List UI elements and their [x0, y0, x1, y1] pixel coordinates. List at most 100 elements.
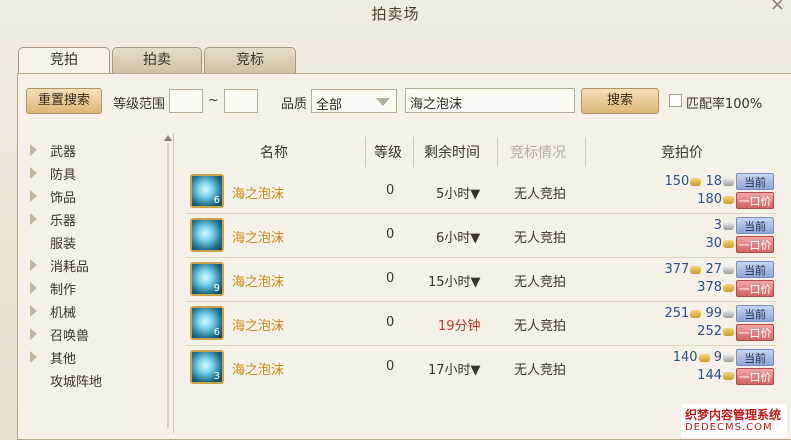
current-price: 251 99 [626, 306, 734, 321]
range-tilde: ~ [208, 93, 219, 108]
column-divider [413, 137, 414, 167]
gold-coin-icon [723, 239, 734, 248]
item-level: 0 [386, 227, 395, 242]
current-bid-button[interactable]: 当前 [736, 173, 774, 190]
item-level: 0 [386, 183, 395, 198]
gold-coin-icon [723, 327, 734, 336]
buyout-button[interactable]: 一口价 [736, 236, 774, 253]
current-price: 150 18 [626, 174, 734, 189]
buyout-price: 180 [626, 192, 734, 207]
column-divider [497, 137, 498, 167]
category-sidebar: 武器 防具 饰品 乐器 服装 消耗品 制作 机械 召唤兽 其他 攻城阵地 [22, 133, 174, 433]
tab-bidding[interactable]: 竞拍 [18, 47, 110, 75]
time-remaining: 5小时▼ [436, 187, 481, 202]
level-max-input[interactable] [224, 89, 258, 113]
category-armor[interactable]: 防具 [50, 164, 76, 184]
tab-tender[interactable]: 竞标 [204, 47, 296, 73]
search-button[interactable]: 搜索 [581, 88, 659, 114]
item-name[interactable]: 海之泡沫 [232, 183, 284, 202]
sea-foam-item-icon[interactable]: 6 [190, 306, 224, 340]
current-bid-button[interactable]: 当前 [736, 305, 774, 322]
sea-foam-item-icon[interactable]: 3 [190, 350, 224, 384]
item-name[interactable]: 海之泡沫 [232, 359, 284, 378]
category-consumables[interactable]: 消耗品 [50, 256, 89, 276]
watermark-line2: DEDECMS.COM [685, 422, 773, 433]
search-input[interactable]: 海之泡沫 [405, 88, 575, 113]
current-price: 140 9 [626, 350, 734, 365]
table-row[interactable]: 6 海之泡沫 0 19分钟 无人竞拍 251 99 252 当前 一口价 [186, 302, 776, 346]
quality-label: 品质 [281, 97, 308, 112]
category-crafting[interactable]: 制作 [50, 279, 76, 299]
item-name[interactable]: 海之泡沫 [232, 271, 284, 290]
current-price: 3 [626, 218, 734, 233]
expand-arrow-icon[interactable] [30, 190, 37, 202]
chevron-down-icon [376, 98, 390, 106]
category-accessories[interactable]: 饰品 [50, 187, 76, 207]
level-min-input[interactable] [169, 89, 203, 113]
col-level-header[interactable]: 等级 [374, 142, 402, 162]
tab-auction[interactable]: 拍卖 [112, 47, 202, 73]
col-price-header[interactable]: 竞拍价 [661, 142, 703, 162]
table-row[interactable]: 9 海之泡沫 0 15小时▼ 无人竞拍 377 27 378 当前 一口价 [186, 258, 776, 302]
scroll-up-arrow-icon[interactable] [162, 133, 174, 433]
item-name[interactable]: 海之泡沫 [232, 227, 284, 246]
auction-window: 拍卖场 × 竞拍 拍卖 竞标 重置搜索 等级范围 ~ 品质 全部 海之泡沫 搜索… [0, 0, 791, 440]
category-other[interactable]: 其他 [50, 348, 76, 368]
expand-arrow-icon[interactable] [30, 351, 37, 363]
close-icon[interactable]: × [770, 0, 785, 15]
expand-arrow-icon[interactable] [30, 167, 37, 179]
level-range-label: 等级范围 [113, 97, 166, 112]
time-remaining: 6小时▼ [436, 231, 481, 246]
expand-arrow-icon[interactable] [30, 328, 37, 340]
time-remaining: 17小时▼ [428, 363, 481, 378]
sea-foam-item-icon[interactable]: 9 [190, 262, 224, 296]
bid-status: 无人竞拍 [514, 363, 567, 378]
search-input-value: 海之泡沫 [410, 97, 463, 112]
buyout-price: 144 [626, 368, 734, 383]
expand-arrow-icon[interactable] [30, 305, 37, 317]
silver-coin-icon [723, 309, 734, 318]
current-bid-button[interactable]: 当前 [736, 261, 774, 278]
sea-foam-item-icon[interactable]: 6 [190, 174, 224, 208]
gold-coin-icon [690, 177, 702, 186]
sidebar-scrollbar[interactable] [162, 133, 174, 433]
category-weapons[interactable]: 武器 [50, 141, 76, 161]
reset-search-button[interactable]: 重置搜索 [26, 88, 102, 114]
expand-arrow-icon[interactable] [30, 144, 37, 156]
category-clothing[interactable]: 服装 [50, 233, 76, 253]
silver-coin-icon [723, 353, 734, 362]
buyout-button[interactable]: 一口价 [736, 280, 774, 297]
current-bid-button[interactable]: 当前 [736, 217, 774, 234]
bid-status: 无人竞拍 [514, 319, 567, 334]
expand-arrow-icon[interactable] [30, 282, 37, 294]
item-level: 0 [386, 315, 395, 330]
gold-coin-icon [690, 265, 702, 274]
category-siege[interactable]: 攻城阵地 [50, 371, 102, 391]
buyout-button[interactable]: 一口价 [736, 368, 774, 385]
table-row[interactable]: 3 海之泡沫 0 17小时▼ 无人竞拍 140 9 144 当前 一口价 [186, 346, 776, 390]
bid-status: 无人竞拍 [514, 231, 567, 246]
table-row[interactable]: 6 海之泡沫 0 5小时▼ 无人竞拍 150 18 180 当前 一口价 [186, 170, 776, 214]
item-name[interactable]: 海之泡沫 [232, 315, 284, 334]
buyout-price: 378 [626, 280, 734, 295]
window-title: 拍卖场 [371, 5, 420, 23]
col-bid-status-header: 竞标情况 [510, 145, 566, 161]
expand-arrow-icon[interactable] [30, 259, 37, 271]
match-rate-checkbox[interactable] [669, 94, 682, 107]
quality-select[interactable]: 全部 [311, 89, 397, 113]
buyout-button[interactable]: 一口价 [736, 324, 774, 341]
silver-coin-icon [723, 221, 734, 230]
table-row[interactable]: 海之泡沫 0 6小时▼ 无人竞拍 3 30 当前 一口价 [186, 214, 776, 258]
item-level: 0 [386, 271, 395, 286]
current-price: 377 27 [626, 262, 734, 277]
col-time-header[interactable]: 剩余时间 [424, 142, 480, 162]
category-instruments[interactable]: 乐器 [50, 210, 76, 230]
buyout-button[interactable]: 一口价 [736, 192, 774, 209]
current-bid-button[interactable]: 当前 [736, 349, 774, 366]
col-name-header[interactable]: 名称 [260, 142, 288, 162]
expand-arrow-icon[interactable] [30, 213, 37, 225]
category-machinery[interactable]: 机械 [50, 302, 76, 322]
category-summons[interactable]: 召唤兽 [50, 325, 89, 345]
time-remaining: 19分钟 [438, 319, 481, 334]
sea-foam-item-icon[interactable] [190, 218, 224, 252]
